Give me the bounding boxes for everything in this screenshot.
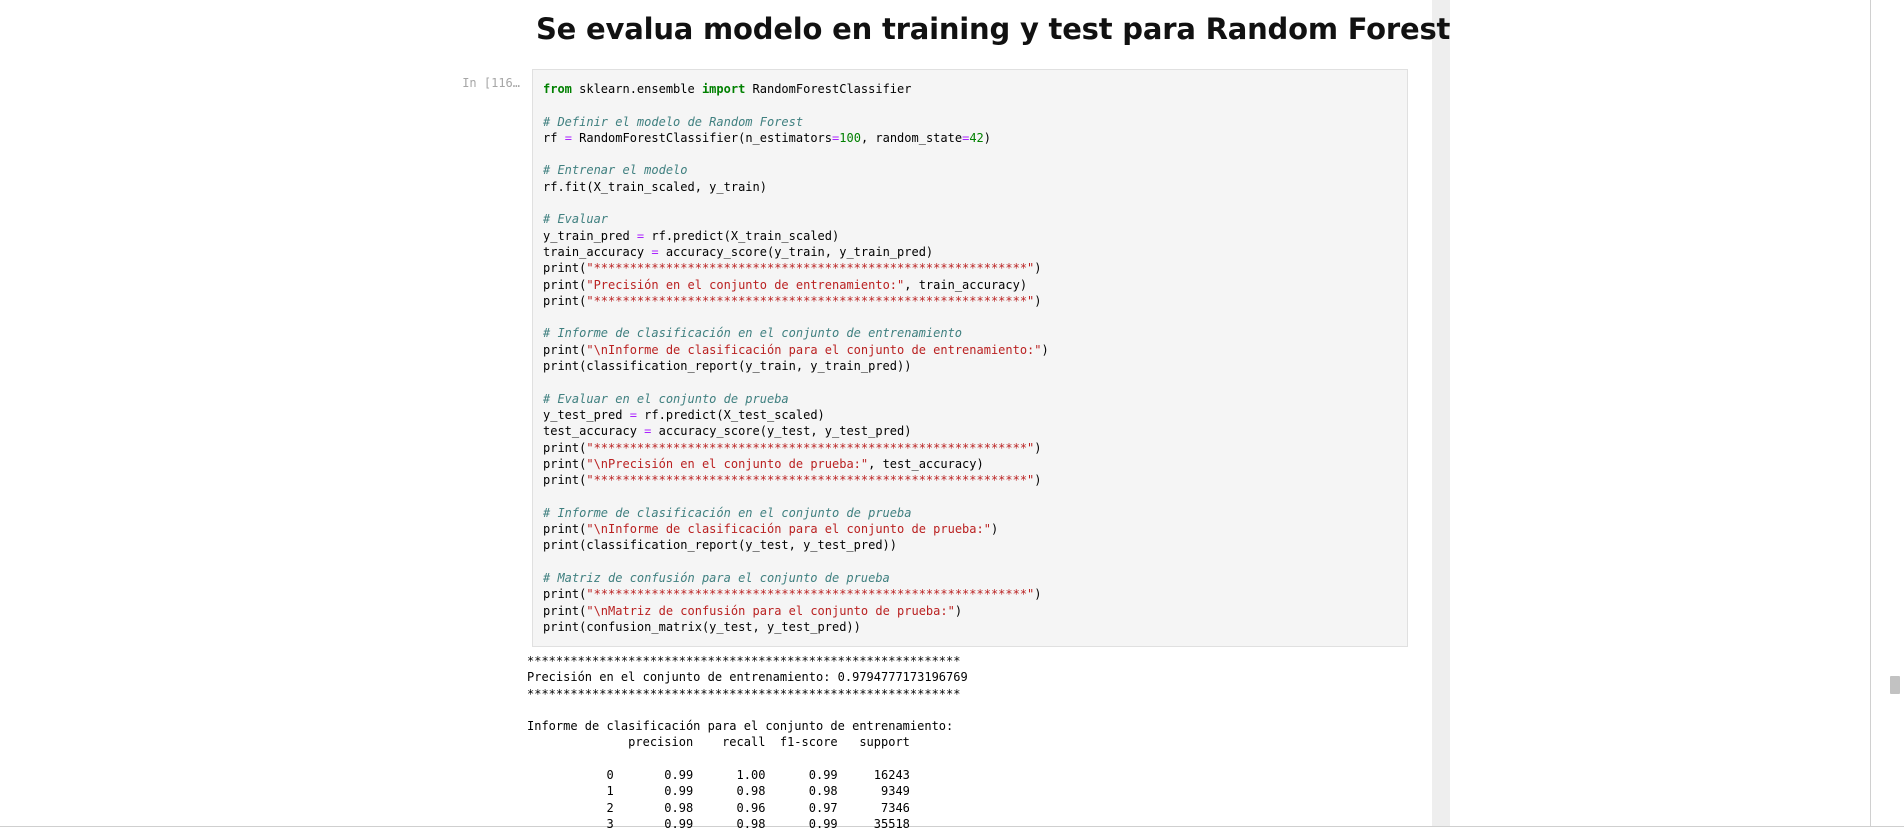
scrollbar-thumb[interactable]: [1890, 676, 1900, 694]
code-line: y_test_pred = rf.predict(X_test_scaled): [543, 407, 825, 422]
code-line: print("\nInforme de clasificación para e…: [543, 522, 999, 537]
output-line: precision recall f1-score support: [527, 735, 910, 750]
output-line: 1 0.99 0.98 0.98 9349: [527, 784, 910, 799]
code-line: print("\nMatriz de confusión para el con…: [543, 603, 963, 618]
cell-output: ****************************************…: [527, 653, 968, 832]
output-line: 2 0.98 0.96 0.97 7346: [527, 800, 910, 815]
code-editor[interactable]: from sklearn.ensemble import RandomFores…: [543, 81, 1049, 635]
section-heading: Se evalua modelo en training y test para…: [536, 12, 1451, 46]
output-line: Informe de clasificación para el conjunt…: [527, 719, 954, 734]
vertical-scrollbar[interactable]: [1886, 0, 1904, 827]
output-line: 3 0.99 0.98 0.99 35518: [527, 816, 910, 831]
output-line: 0 0.99 1.00 0.99 16243: [527, 768, 910, 783]
code-line: print(classification_report(y_test, y_te…: [543, 538, 898, 553]
output-line: Precisión en el conjunto de entrenamient…: [527, 670, 968, 685]
code-line: rf = RandomForestClassifier(n_estimators…: [543, 130, 992, 145]
code-line: # Evaluar: [543, 212, 609, 227]
code-line: # Informe de clasificación en el conjunt…: [543, 326, 963, 341]
code-line: # Entrenar el modelo: [543, 163, 688, 178]
code-line: y_train_pred = rf.predict(X_train_scaled…: [543, 228, 840, 243]
code-line: print(confusion_matrix(y_test, y_test_pr…: [543, 619, 861, 634]
code-line: print("*********************************…: [543, 473, 1042, 488]
code-line: print("*********************************…: [543, 587, 1042, 602]
code-line: print("\nPrecisión en el conjunto de pru…: [543, 456, 984, 471]
code-line: # Definir el modelo de Random Forest: [543, 114, 804, 129]
code-line: train_accuracy = accuracy_score(y_train,…: [543, 244, 934, 259]
code-line: print("*********************************…: [543, 293, 1042, 308]
code-line: print("*********************************…: [543, 440, 1042, 455]
code-line: print(classification_report(y_train, y_t…: [543, 359, 912, 374]
right-empty-area: [1450, 0, 1870, 827]
code-line: # Matriz de confusión para el conjunto d…: [543, 570, 890, 585]
code-line: # Evaluar en el conjunto de prueba: [543, 391, 789, 406]
notebook-gutter: [1432, 0, 1450, 827]
code-line: rf.fit(X_train_scaled, y_train): [543, 179, 767, 194]
right-divider: [1870, 0, 1871, 827]
output-line: ****************************************…: [527, 654, 961, 668]
code-line: # Informe de clasificación en el conjunt…: [543, 505, 912, 520]
code-line: from sklearn.ensemble import RandomFores…: [543, 82, 912, 96]
code-line: test_accuracy = accuracy_score(y_test, y…: [543, 424, 912, 439]
output-line: ****************************************…: [527, 686, 961, 701]
code-line: print("Precisión en el conjunto de entre…: [543, 277, 1028, 292]
code-line: print("\nInforme de clasificación para e…: [543, 342, 1049, 357]
cell-prompt: In [116…: [462, 76, 520, 90]
code-line: print("*********************************…: [543, 261, 1042, 276]
